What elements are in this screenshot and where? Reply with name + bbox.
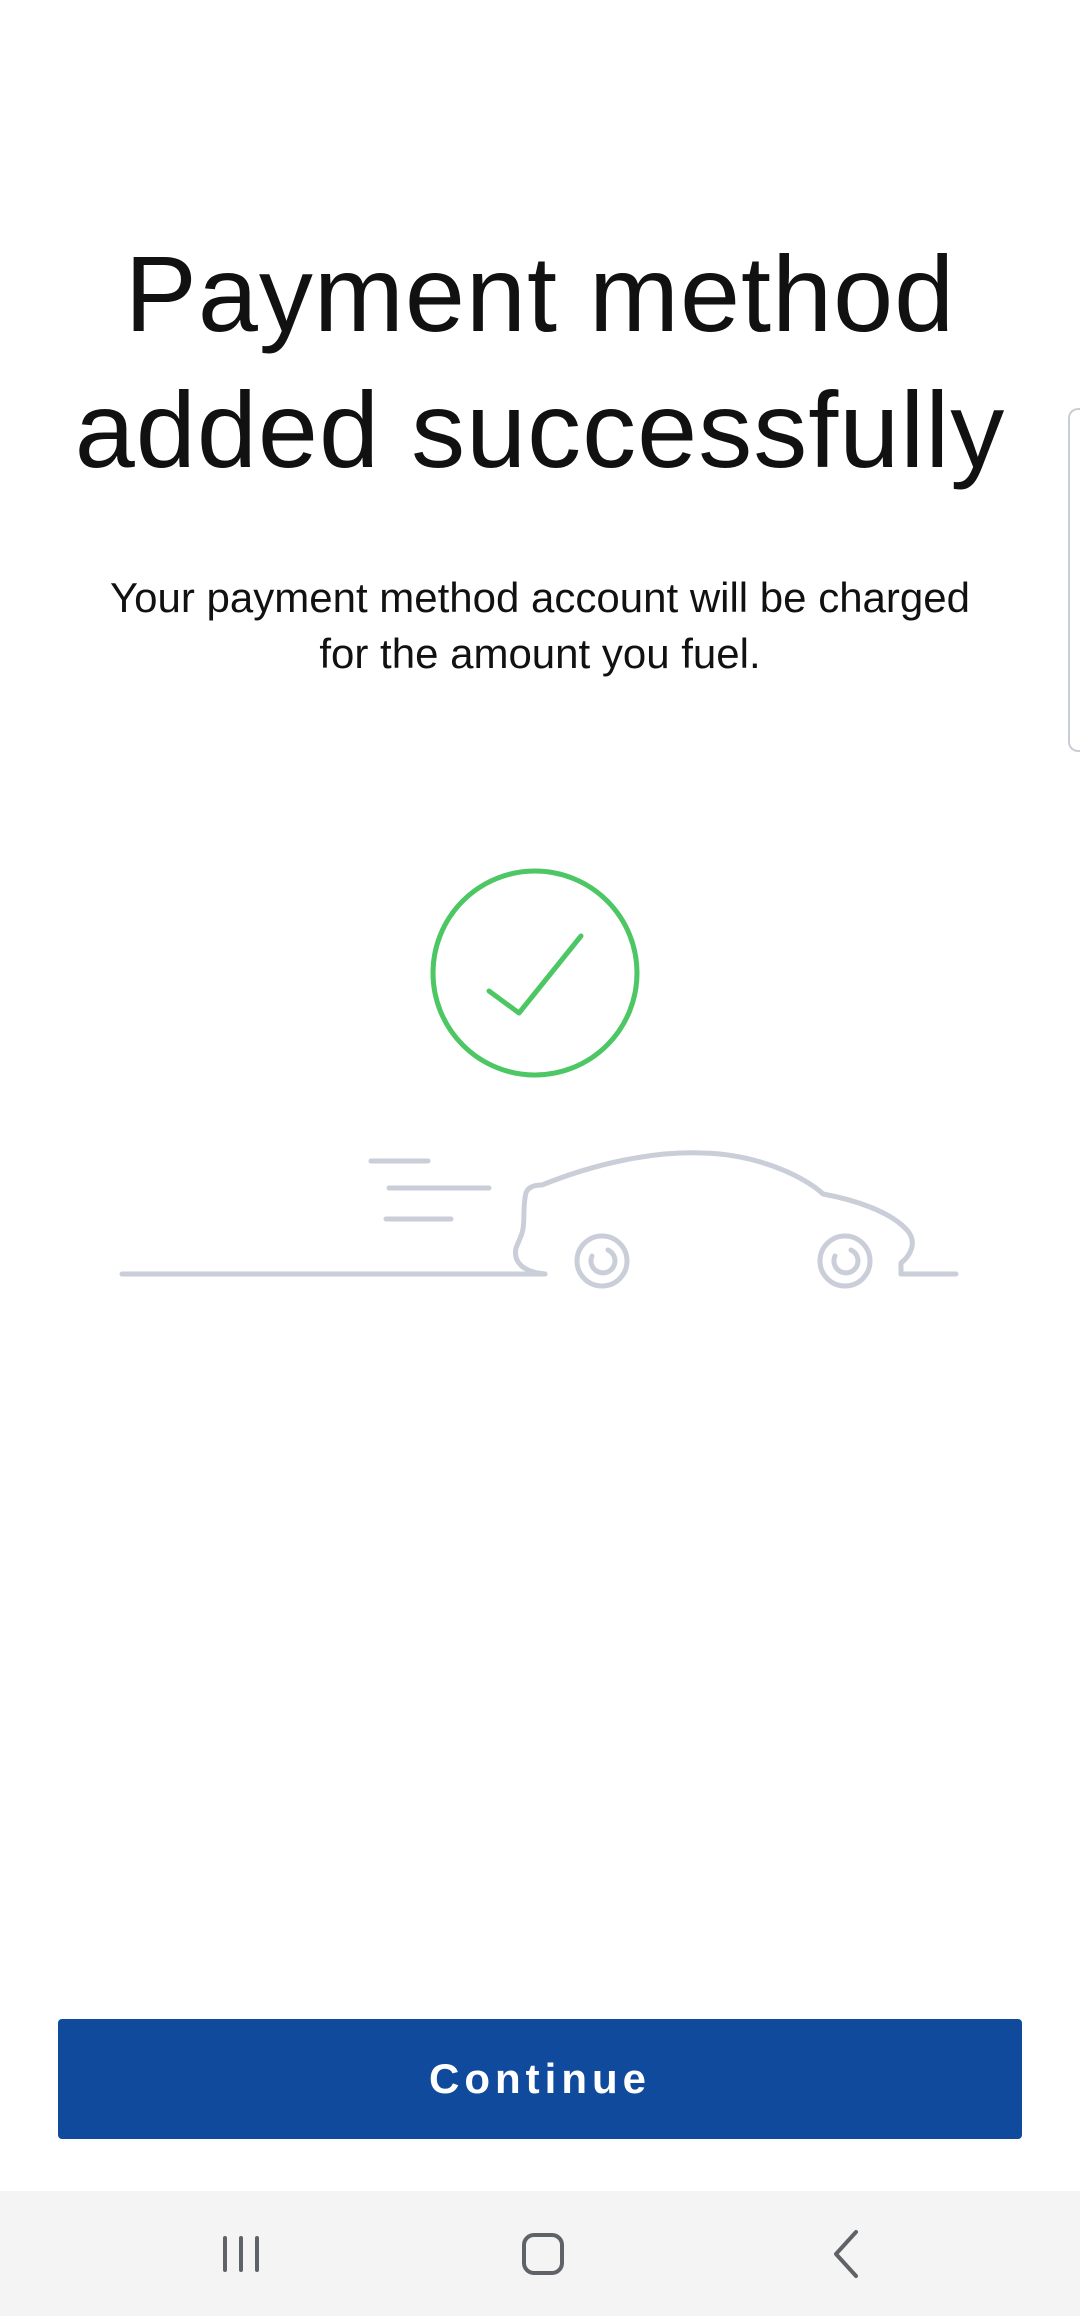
car-speed-lines-icon bbox=[119, 1150, 959, 1289]
back-icon bbox=[834, 2230, 858, 2278]
home-button[interactable] bbox=[483, 2211, 603, 2297]
confirmation-message: Your payment method account will be char… bbox=[60, 570, 1020, 682]
system-navigation-bar bbox=[0, 2191, 1080, 2316]
edge-panel-handle[interactable] bbox=[1068, 408, 1080, 752]
page-title-line-2: added successfully bbox=[74, 369, 1006, 490]
recents-icon bbox=[223, 2236, 259, 2272]
back-button[interactable] bbox=[786, 2211, 906, 2297]
payment-success-screen: Payment method added successfully Your p… bbox=[0, 0, 1080, 2316]
confirmation-message-line-1: Your payment method account will be char… bbox=[110, 574, 970, 621]
page-title: Payment method added successfully bbox=[0, 226, 1080, 498]
home-icon bbox=[522, 2233, 564, 2275]
confirmation-message-line-2: for the amount you fuel. bbox=[319, 630, 761, 677]
continue-button[interactable]: Continue bbox=[58, 2019, 1022, 2139]
recents-button[interactable] bbox=[181, 2211, 301, 2297]
checkmark-circle-icon bbox=[430, 868, 640, 1078]
page-title-line-1: Payment method bbox=[124, 233, 956, 354]
